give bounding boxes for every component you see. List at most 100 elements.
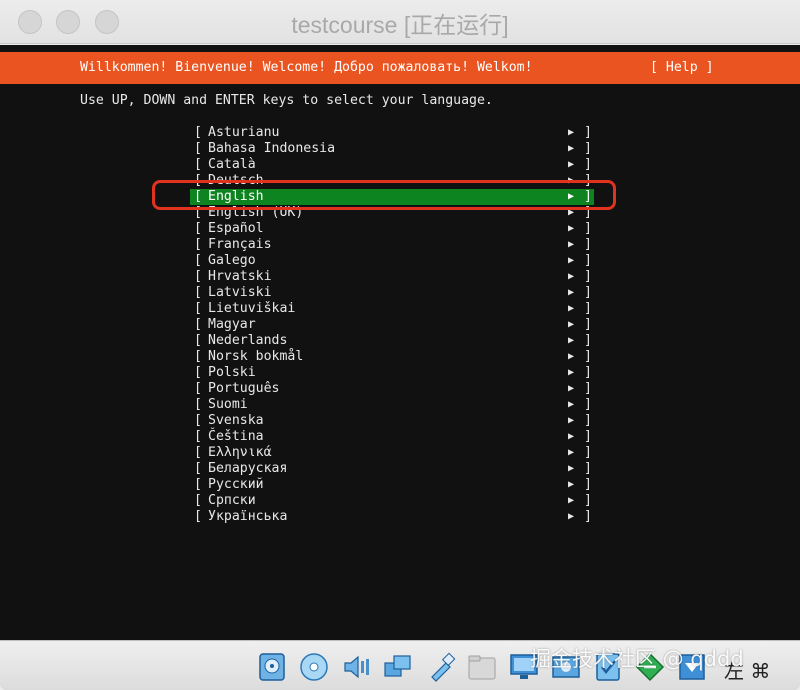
language-item[interactable]: [Català ▶] xyxy=(194,157,594,173)
language-item-close-bracket: ] xyxy=(584,221,592,236)
language-item-close-bracket: ] xyxy=(584,365,592,380)
chevron-right-icon: ▶ xyxy=(568,287,575,298)
language-item-open-bracket: [ xyxy=(194,461,202,476)
chevron-right-icon: ▶ xyxy=(568,127,575,138)
language-item-open-bracket: [ xyxy=(194,509,202,524)
watermark: 掘金技术社区 @ qddd xyxy=(530,647,744,671)
language-item-label: Català xyxy=(208,157,256,172)
chevron-right-icon: ▶ xyxy=(568,447,575,458)
chevron-right-icon: ▶ xyxy=(568,383,575,394)
chevron-right-icon: ▶ xyxy=(568,431,575,442)
language-item[interactable]: [ Српски ▶] xyxy=(194,493,594,509)
chevron-right-icon: ▶ xyxy=(568,479,575,490)
chevron-right-icon: ▶ xyxy=(568,415,575,426)
language-item-label: Galego xyxy=(208,253,256,268)
language-item-label: Svenska xyxy=(208,413,264,428)
audio-icon[interactable] xyxy=(340,651,372,683)
language-item[interactable]: [Latviski ▶] xyxy=(194,285,594,301)
language-item-close-bracket: ] xyxy=(584,237,592,252)
language-item-label: Español xyxy=(208,221,264,236)
language-item-open-bracket: [ xyxy=(194,141,202,156)
language-item-open-bracket: [ xyxy=(194,333,202,348)
language-item-close-bracket: ] xyxy=(584,349,592,364)
language-item[interactable]: [ Galego ▶] xyxy=(194,253,594,269)
chevron-right-icon: ▶ xyxy=(568,367,575,378)
language-item-open-bracket: [ xyxy=(194,301,202,316)
language-item-close-bracket: ] xyxy=(584,125,592,140)
welcome-text: Willkommen! Bienvenue! Welcome! Добро по… xyxy=(80,60,533,75)
language-item-label: Српски xyxy=(208,493,256,508)
chevron-right-icon: ▶ xyxy=(568,495,575,506)
language-item[interactable]: [Hrvatski ▶] xyxy=(194,269,594,285)
chevron-right-icon: ▶ xyxy=(568,255,575,266)
language-item[interactable]: [Svenska ▶] xyxy=(194,413,594,429)
language-item[interactable]: [Русский ▶] xyxy=(194,477,594,493)
language-item[interactable]: [Українська ▶] xyxy=(194,509,594,525)
language-item-open-bracket: [ xyxy=(194,381,202,396)
language-item-open-bracket: [ xyxy=(194,253,202,268)
vm-screen[interactable]: Willkommen! Bienvenue! Welcome! Добро по… xyxy=(0,45,800,640)
language-item-close-bracket: ] xyxy=(584,253,592,268)
language-item-label: Asturianu xyxy=(208,125,280,140)
language-item[interactable]: [Magyar ▶] xyxy=(194,317,594,333)
language-item-open-bracket: [ xyxy=(194,365,202,380)
language-item-label: Hrvatski xyxy=(208,269,272,284)
language-item[interactable]: [ Norsk bokmål ▶] xyxy=(194,349,594,365)
language-item-label: Ελληνικά xyxy=(208,445,272,460)
language-item-close-bracket: ] xyxy=(584,429,592,444)
language-item-open-bracket: [ xyxy=(194,493,202,508)
language-item-close-bracket: ] xyxy=(584,445,592,460)
language-item[interactable]: [ Ελληνικά ▶] xyxy=(194,445,594,461)
language-item[interactable]: [Español ▶] xyxy=(194,221,594,237)
language-item-close-bracket: ] xyxy=(584,301,592,316)
language-item-close-bracket: ] xyxy=(584,493,592,508)
vm-status-bar: 左 ⌘ 掘金技术社区 @ qddd xyxy=(0,640,800,690)
language-item-close-bracket: ] xyxy=(584,317,592,332)
language-item-close-bracket: ] xyxy=(584,509,592,524)
language-item-open-bracket: [ xyxy=(194,429,202,444)
language-item[interactable]: [Lietuviškai ▶] xyxy=(194,301,594,317)
chevron-right-icon: ▶ xyxy=(568,223,575,234)
help-button[interactable]: [ Help ] xyxy=(650,60,714,75)
network-icon[interactable] xyxy=(382,651,414,683)
language-item[interactable]: [ Português ▶] xyxy=(194,381,594,397)
language-item-open-bracket: [ xyxy=(194,285,202,300)
language-item[interactable]: [Français ▶] xyxy=(194,237,594,253)
title-bar: testcourse [正在运行] xyxy=(0,0,800,44)
language-item-open-bracket: [ xyxy=(194,349,202,364)
language-item-close-bracket: ] xyxy=(584,461,592,476)
language-item-open-bracket: [ xyxy=(194,445,202,460)
language-item-close-bracket: ] xyxy=(584,333,592,348)
language-item-close-bracket: ] xyxy=(584,477,592,492)
language-item-label: Bahasa Indonesia xyxy=(208,141,336,156)
language-item[interactable]: [Suomi ▶] xyxy=(194,397,594,413)
hard-disk-icon[interactable] xyxy=(256,651,288,683)
chevron-right-icon: ▶ xyxy=(568,463,575,474)
language-item-label: Nederlands xyxy=(208,333,288,348)
usb-icon[interactable] xyxy=(424,651,456,683)
language-item-label: Français xyxy=(208,237,272,252)
language-item[interactable]: [ Nederlands ▶] xyxy=(194,333,594,349)
language-item-open-bracket: [ xyxy=(194,125,202,140)
language-item[interactable]: [Čeština ▶] xyxy=(194,429,594,445)
language-item[interactable]: [Беларуская ▶] xyxy=(194,461,594,477)
optical-drive-icon[interactable] xyxy=(298,651,330,683)
language-item-open-bracket: [ xyxy=(194,237,202,252)
chevron-right-icon: ▶ xyxy=(568,319,575,330)
language-item-close-bracket: ] xyxy=(584,381,592,396)
language-item-open-bracket: [ xyxy=(194,397,202,412)
language-item-label: Português xyxy=(208,381,280,396)
language-item[interactable]: [Bahasa Indonesia ▶] xyxy=(194,141,594,157)
language-item[interactable]: [Polski ▶] xyxy=(194,365,594,381)
language-item-label: Norsk bokmål xyxy=(208,349,304,364)
language-item[interactable]: [ Asturianu ▶] xyxy=(194,125,594,141)
language-item-close-bracket: ] xyxy=(584,269,592,284)
language-item-label: Lietuviškai xyxy=(208,301,296,316)
vm-window: testcourse [正在运行] Willkommen! Bienvenue!… xyxy=(0,0,800,690)
language-item-close-bracket: ] xyxy=(584,141,592,156)
chevron-right-icon: ▶ xyxy=(568,335,575,346)
chevron-right-icon: ▶ xyxy=(568,351,575,362)
language-item-open-bracket: [ xyxy=(194,317,202,332)
language-item-label: Suomi xyxy=(208,397,248,412)
shared-folder-icon[interactable] xyxy=(466,651,498,683)
